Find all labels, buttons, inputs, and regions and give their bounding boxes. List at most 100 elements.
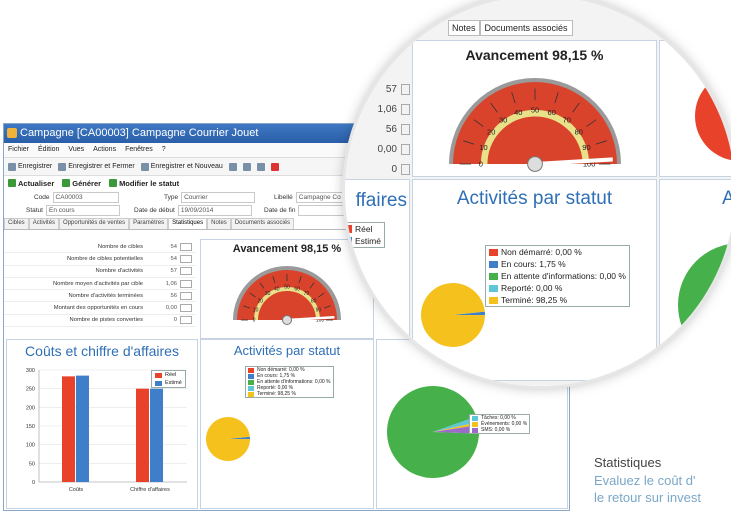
save-close-button[interactable]: Enregistrer et Fermer <box>58 162 135 171</box>
save-icon <box>8 162 16 171</box>
x-tick-label: Coûts <box>69 487 84 493</box>
calculator-icon[interactable] <box>401 144 410 155</box>
save-new-icon <box>140 162 149 171</box>
delete-icon <box>270 162 279 171</box>
statut-select[interactable]: En cours <box>45 205 120 216</box>
calculator-icon[interactable] <box>180 279 192 288</box>
legend-item: En cours: 1,75 % <box>486 258 629 270</box>
gauge-hub <box>282 315 292 325</box>
type-select[interactable]: Courrier <box>181 192 256 203</box>
stat-value: 0 <box>391 164 410 175</box>
libelle-input[interactable]: Campagne Co <box>295 192 352 203</box>
stat-value: 0,00 <box>378 144 410 155</box>
stat-row: Nombre d'activités 57 <box>4 266 196 278</box>
calculator-icon[interactable] <box>401 104 410 115</box>
status-icon <box>109 179 118 187</box>
generate-button[interactable]: Générer <box>62 179 101 188</box>
legend-item: Reporté: 0,00 % <box>486 282 629 294</box>
tab-parametres[interactable]: Paramètres <box>129 218 169 229</box>
tab-notes[interactable]: Notes <box>448 20 480 36</box>
code-field: Code CA00003 <box>34 192 119 203</box>
calculator-icon[interactable] <box>401 124 410 135</box>
gauge-tick-label: 50 <box>531 105 539 114</box>
tab-documents[interactable]: Documents associés <box>479 20 573 36</box>
costs-chart-title: Coûts et chiffre d'affaires <box>25 343 179 359</box>
costs-legend: Réel Estimé <box>151 370 186 388</box>
statistics-list: Nombre de cibles 54 Nombre de cibles pote… <box>4 241 196 328</box>
zoom-green-pie <box>678 243 731 367</box>
gauge-tick-label: 90 <box>316 307 322 313</box>
calculator-icon[interactable] <box>180 242 192 251</box>
calculator-icon[interactable] <box>180 304 192 313</box>
save-close-icon <box>58 162 67 171</box>
stat-row: Nombre de cibles potentielles 54 <box>4 253 196 266</box>
zoom-gauge-panel: Avancement 98,15 % 0 10 20 30 40 50 60 70 80 90 10… <box>412 40 657 177</box>
stat-row: Nombre moyen d'activités par cible 1,06 <box>4 278 196 291</box>
caption-line-2: le retour sur invest <box>594 490 701 505</box>
menu-vues[interactable]: Vues <box>68 143 84 157</box>
zoom-gauge-title: Avancement 98,15 % <box>465 47 604 63</box>
types-pie-chart <box>387 386 479 478</box>
bar <box>136 388 149 482</box>
window-title: Campagne [CA00003] Campagne Courrier Jou… <box>20 127 259 139</box>
magnifier: Notes Documents associés 57 1,06 56 0,00… <box>345 0 731 386</box>
type-field: Type Courrier <box>164 192 256 203</box>
stat-row: Nombre d'activités terminées 56 <box>4 290 196 303</box>
menu-fichier[interactable]: Fichier <box>8 143 29 157</box>
stat-value: 56 <box>386 124 410 135</box>
libelle-field: Libellé Campagne Co <box>274 192 352 203</box>
gauge-tick-label: 10 <box>253 307 259 313</box>
activities-pie-chart <box>206 416 250 461</box>
tab-opportunites[interactable]: Opportunités de ventes <box>59 218 130 229</box>
gauge-tick-label: 80 <box>311 298 317 304</box>
tab-notes[interactable]: Notes <box>207 218 231 229</box>
x-tick-label: Chiffre d'affaires <box>130 487 170 493</box>
calculator-icon[interactable] <box>180 316 192 325</box>
back-button[interactable] <box>242 162 251 171</box>
stat-row: Montant des opportunités en cours 0,00 <box>4 302 196 315</box>
gauge-tick-label: 70 <box>563 116 571 125</box>
legend-item: Terminé: 98,25 % <box>246 391 333 397</box>
save-new-button[interactable]: Enregistrer et Nouveau <box>140 162 223 171</box>
zoom-activities-legend: Non démarré: 0,00 % En cours: 1,75 % En … <box>485 245 630 307</box>
legend-item: SMS: 0,00 % <box>470 427 529 433</box>
refresh-icon <box>8 179 16 187</box>
gauge-tick-label: 30 <box>499 116 507 125</box>
delete-button[interactable] <box>270 162 279 171</box>
y-tick-label: 250 <box>26 387 35 393</box>
zoom-costs-panel: ffaires Réel Estimé <box>345 179 410 381</box>
calculator-icon[interactable] <box>180 267 192 276</box>
menu-help[interactable]: ? <box>162 143 166 157</box>
generate-icon <box>62 179 71 187</box>
zoom-right-top-panel <box>659 40 731 177</box>
campaign-icon <box>7 128 17 138</box>
calculator-icon[interactable] <box>401 84 410 95</box>
calculator-icon[interactable] <box>180 254 192 263</box>
tab-activites[interactable]: Activités <box>28 218 60 229</box>
menu-fenetres[interactable]: Fenêtres <box>125 143 153 157</box>
magnified-view: Notes Documents associés 57 1,06 56 0,00… <box>345 0 731 386</box>
stat-row: Nombre de pistes converties 0 <box>4 315 196 328</box>
gauge-tick-label: 80 <box>575 128 583 137</box>
print-button[interactable] <box>228 162 237 171</box>
date-debut-input[interactable]: 19/09/2014 <box>177 205 252 216</box>
tab-documents[interactable]: Documents associés <box>230 218 295 229</box>
gauge-tick-label: 70 <box>304 291 310 297</box>
menu-edition[interactable]: Édition <box>38 143 59 157</box>
refresh-button[interactable]: Actualiser <box>8 179 54 188</box>
gauge-tick-label: 90 <box>582 143 590 152</box>
save-button[interactable]: Enregistrer <box>8 162 52 171</box>
legend-item: En attente d'informations: 0,00 % <box>486 270 629 282</box>
tab-cibles[interactable]: Cibles <box>4 218 29 229</box>
change-status-button[interactable]: Modifier le statut <box>109 179 179 188</box>
forward-button[interactable] <box>256 162 265 171</box>
zoom-tab-bar: Notes Documents associés <box>448 20 573 36</box>
calculator-icon[interactable] <box>401 164 410 175</box>
gauge-tick-label: 10 <box>479 143 487 152</box>
menu-actions[interactable]: Actions <box>93 143 116 157</box>
stat-row: Nombre de cibles 54 <box>4 241 196 254</box>
calculator-icon[interactable] <box>180 291 192 300</box>
code-input[interactable]: CA00003 <box>52 192 119 203</box>
tab-statistiques[interactable]: Statistiques <box>168 218 208 229</box>
gauge-tick-label: 40 <box>514 108 522 117</box>
